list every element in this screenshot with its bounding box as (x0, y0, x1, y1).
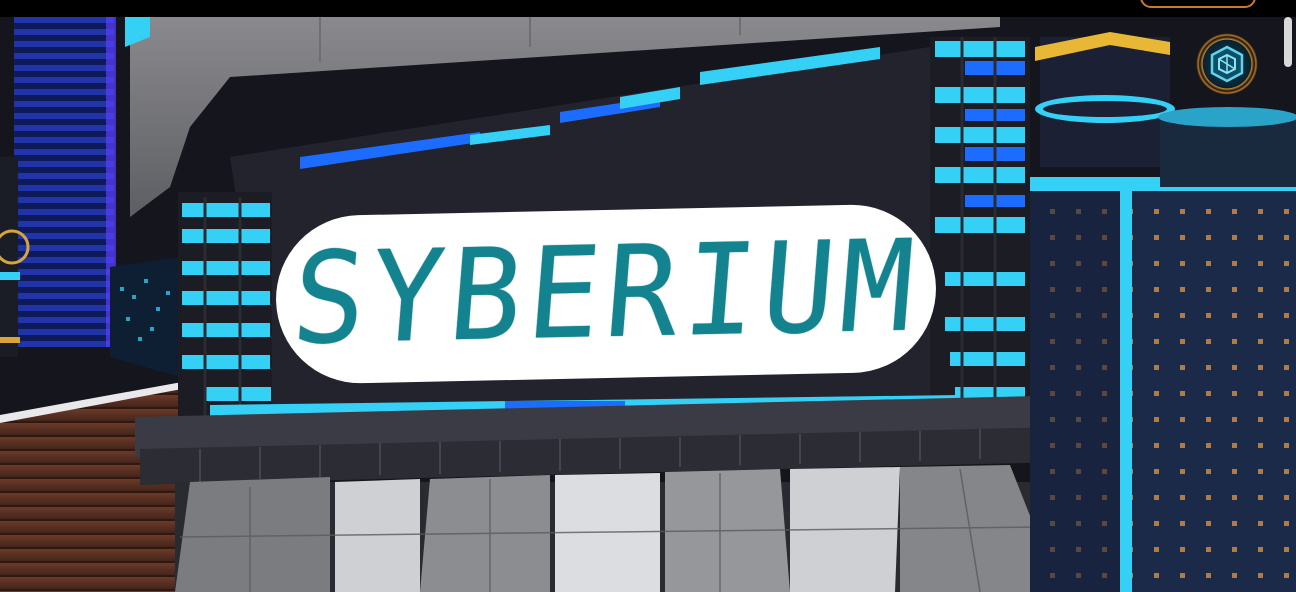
scrollbar-thumb[interactable] (1284, 17, 1292, 67)
syberium-sign: SYBERIUM (274, 203, 938, 385)
top-bar (0, 0, 1296, 17)
game-viewport[interactable]: SYBERIUM (0, 17, 1296, 592)
cube-emblem-icon[interactable] (1196, 33, 1258, 95)
sign-text: SYBERIUM (287, 213, 925, 374)
top-button[interactable] (1140, 0, 1256, 8)
